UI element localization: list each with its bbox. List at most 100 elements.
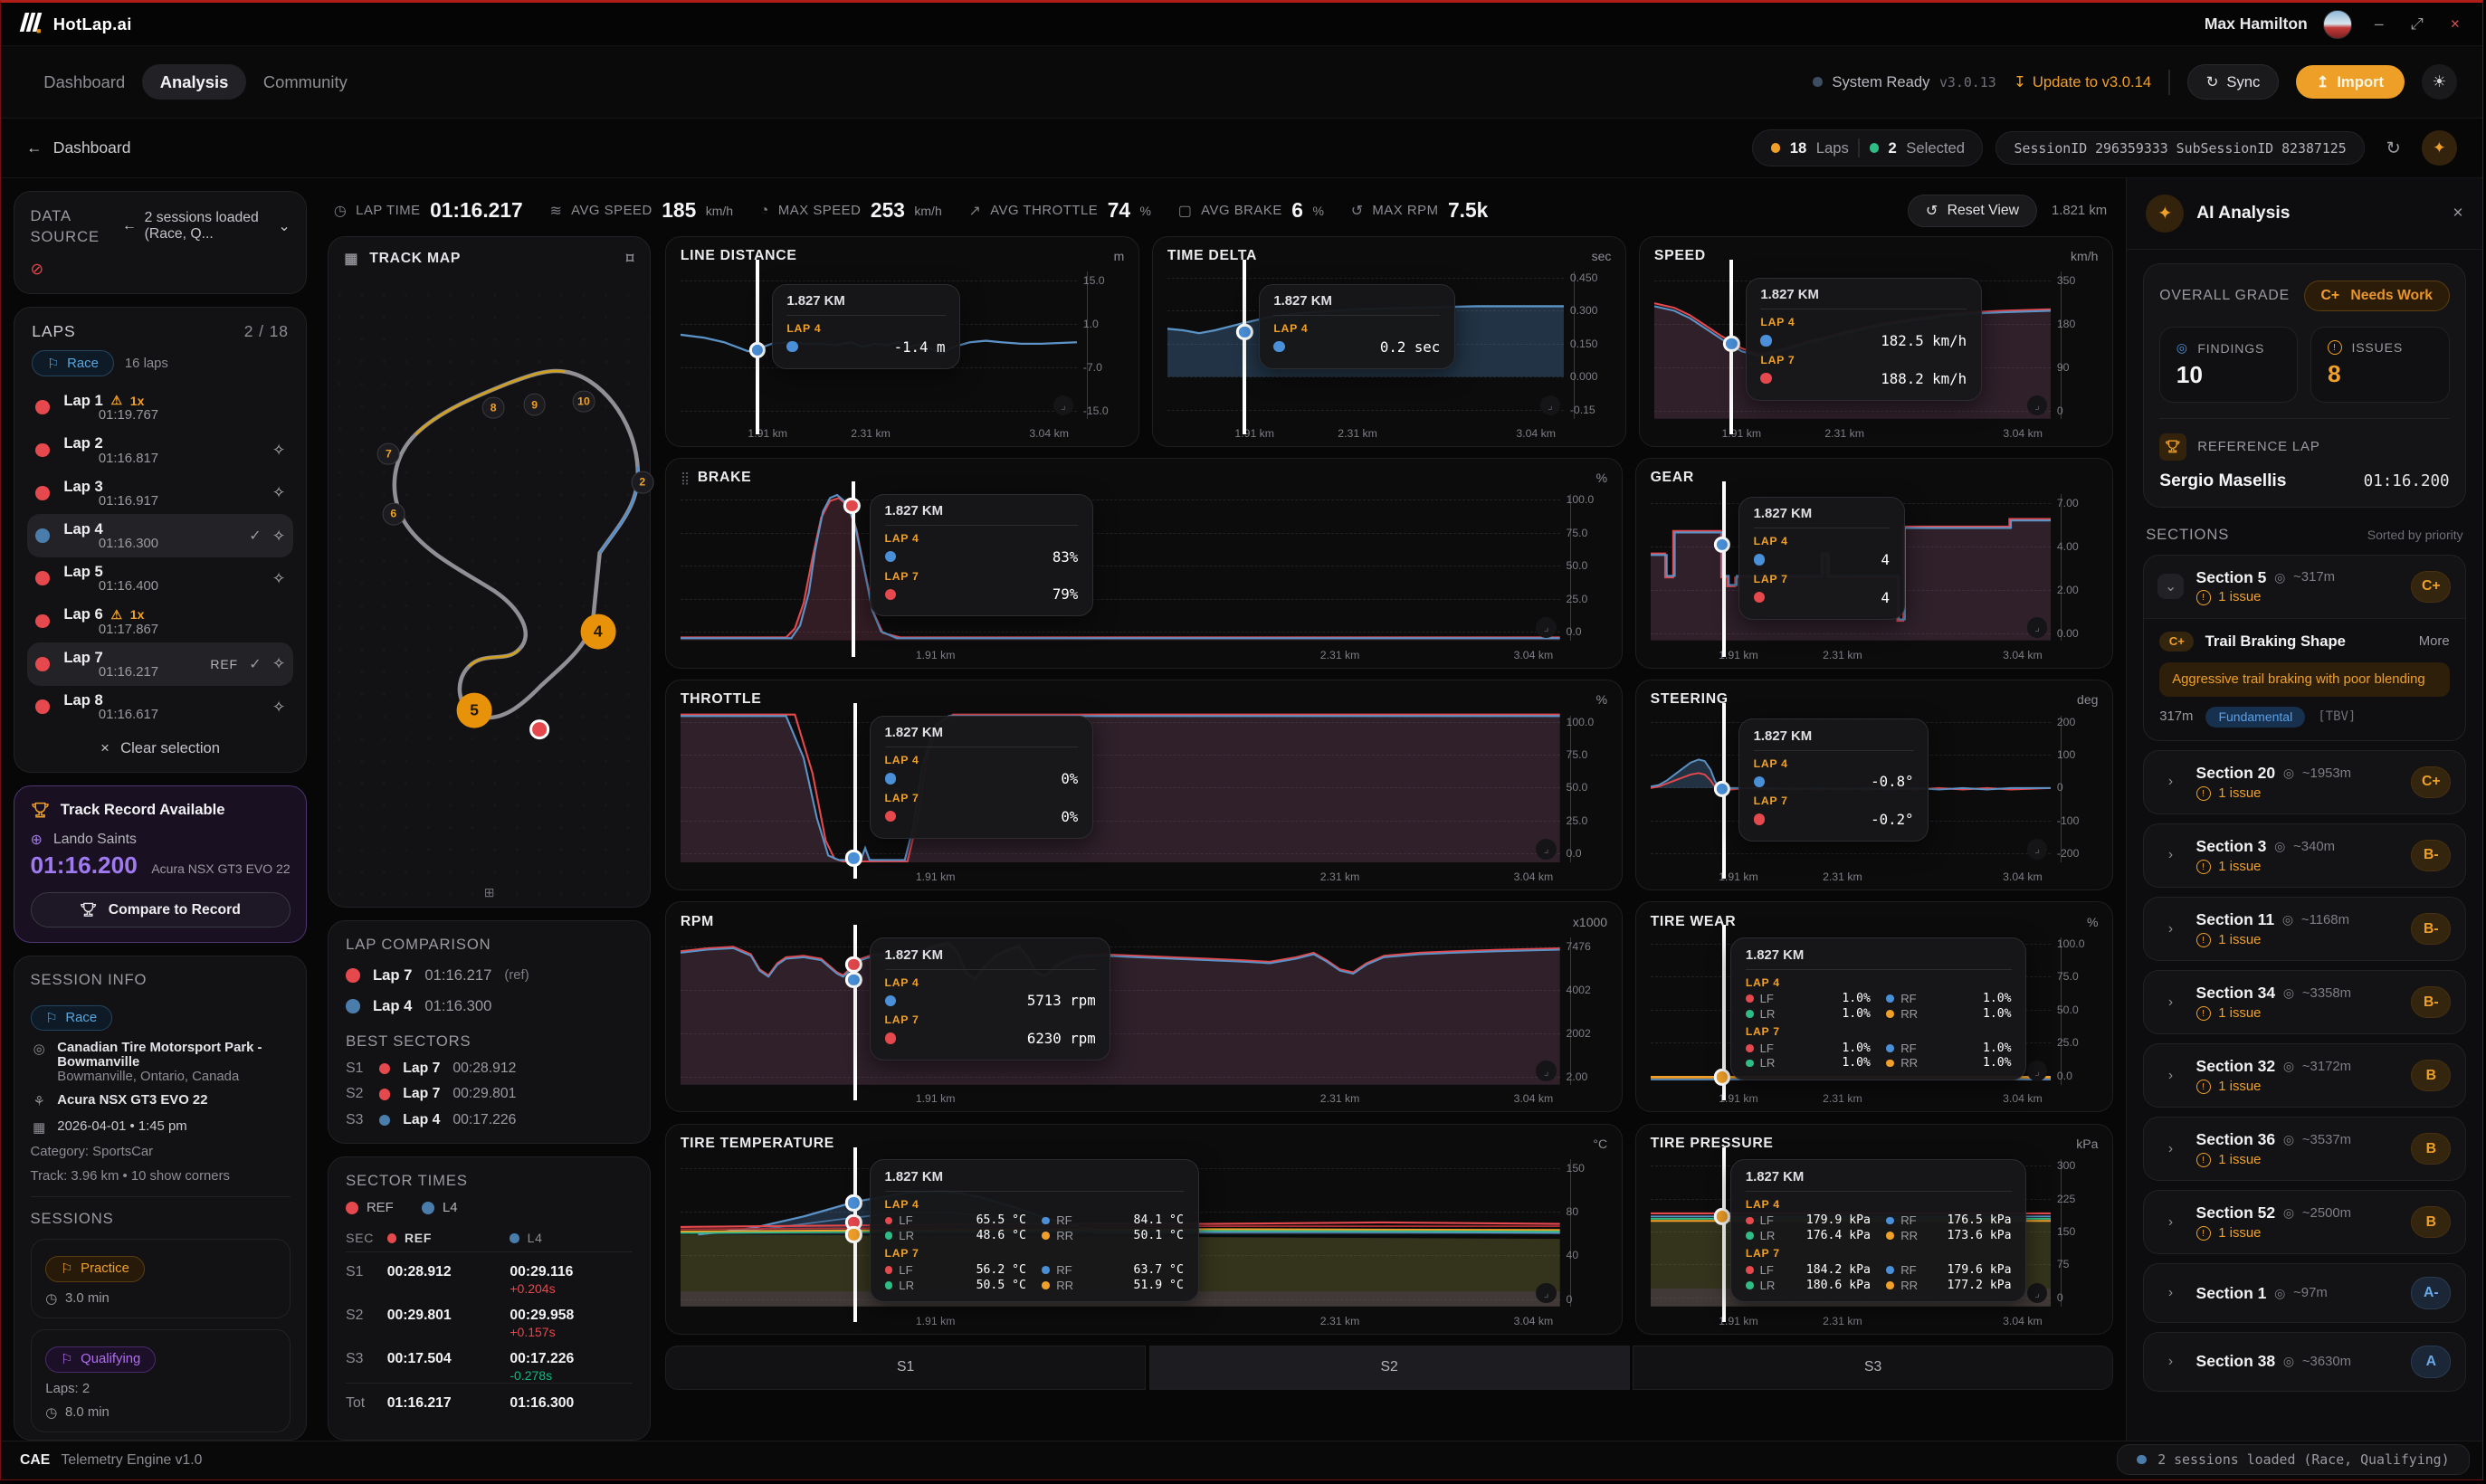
laps-selected-pill: 18Laps 2Selected	[1752, 129, 1983, 166]
theme-toggle-button[interactable]: ☀	[2422, 64, 2457, 100]
location-pin-icon: ◎	[31, 1041, 48, 1057]
resize-handle-icon[interactable]: ⌟	[1536, 617, 1557, 638]
race-filter-pill[interactable]: ⚐Race	[32, 350, 113, 376]
lap-row-2[interactable]: Lap 201:16.817 ✧	[27, 429, 293, 471]
telemetry-cursor[interactable]	[853, 925, 857, 1100]
ai-sparkle-icon[interactable]: ✧	[272, 527, 286, 546]
chevron-right-icon[interactable]: ›	[2157, 1137, 2183, 1162]
sessions-toast: 2 sessions loaded (Race, Qualifying)	[2117, 1444, 2469, 1475]
brake-icon: ▢	[1178, 202, 1192, 220]
section-card-20[interactable]: › Section 20◎~1953m !1 issue C+	[2143, 750, 2466, 814]
chevron-right-icon[interactable]: ›	[2157, 1210, 2183, 1235]
chart-tire-wear[interactable]: TIRE WEAR% 100.075.050.025.00.0 1.91 km2…	[1635, 901, 2113, 1112]
section-card-5[interactable]: ⌄ Section 5◎~317m !1 issue C+ C+ Trail B…	[2143, 555, 2466, 741]
track-map[interactable]: 8 9 10 7 6 2 4 5 ⊞	[329, 284, 650, 907]
section-card-52[interactable]: › Section 52◎~2500m !1 issue B	[2143, 1190, 2466, 1254]
section-card-32[interactable]: › Section 32◎~3172m !1 issue B	[2143, 1043, 2466, 1108]
session-qualifying[interactable]: ⚐Qualifying Laps: 2 ◷8.0 min	[31, 1329, 291, 1432]
chart-rpm[interactable]: RPMx1000 7476400220022.00 1.	[665, 901, 1623, 1112]
corner-marker-7: 7	[377, 442, 400, 465]
update-link[interactable]: ↧Update to v3.0.14	[2014, 73, 2151, 91]
section-card-11[interactable]: › Section 11◎~1168m !1 issue B-	[2143, 897, 2466, 961]
chart-brake[interactable]: ⣿BRAKE% 100.075.050.025.00.0	[665, 458, 1623, 669]
close-button[interactable]: ×	[2444, 14, 2467, 33]
chart-tooltip: 1.827 KM LAP 4 LF65.5 °C RF84.1 °C LR48.…	[870, 1159, 1199, 1302]
issue-icon: !	[2196, 590, 2211, 604]
chart-time-delta[interactable]: TIME DELTAsec 0.4500.3000.1500.000-0.15 …	[1152, 236, 1626, 447]
resize-handle-icon[interactable]: ⌟	[1536, 1283, 1557, 1304]
avatar[interactable]	[2323, 10, 2352, 39]
ai-panel-button[interactable]: ✦	[2422, 130, 2457, 166]
section-card-3[interactable]: › Section 3◎~340m !1 issue B-	[2143, 823, 2466, 888]
sector-s2-segment[interactable]: S2	[1149, 1346, 1630, 1390]
chevron-right-icon[interactable]: ›	[2157, 990, 2183, 1015]
chart-line-distance[interactable]: LINE DISTANCEm 15.01.0-7.0-15.0 1.91 km2…	[665, 236, 1139, 447]
resize-handle-icon[interactable]: ⌟	[1536, 1061, 1557, 1081]
section-card-34[interactable]: › Section 34◎~3358m !1 issue B-	[2143, 970, 2466, 1034]
sync-button[interactable]: ↻Sync	[2187, 64, 2278, 100]
section-card-1[interactable]: › Section 1◎~97m A-	[2143, 1263, 2466, 1322]
rpm-icon: ↺	[1351, 202, 1363, 220]
chevron-right-icon[interactable]: ›	[2157, 1280, 2183, 1306]
chart-tooltip: 1.827 KM LAP 4 83% LAP 7 79%	[870, 494, 1093, 617]
resize-handle-icon[interactable]: ⌟	[1536, 839, 1557, 860]
lap-row-3[interactable]: Lap 301:16.917 ✧	[27, 471, 293, 514]
chevron-right-icon[interactable]: ›	[2157, 842, 2183, 868]
import-button[interactable]: ↥Import	[2296, 65, 2405, 100]
chart-tire-pressure[interactable]: TIRE PRESSUREkPa	[1635, 1124, 2113, 1335]
nav-analysis[interactable]: Analysis	[142, 64, 245, 100]
chevron-down-icon[interactable]: ⌄	[2157, 574, 2183, 599]
session-category: Category: SportsCar	[31, 1145, 291, 1159]
chevron-right-icon[interactable]: ›	[2157, 1349, 2183, 1375]
clear-selection-button[interactable]: ×Clear selection	[27, 728, 293, 763]
section-card-38[interactable]: › Section 38◎~3630m A	[2143, 1332, 2466, 1391]
drag-handle-icon[interactable]: ⣿	[681, 471, 689, 486]
chart-gear[interactable]: GEAR 7.004.002.000.00 1.91 k	[1635, 458, 2113, 669]
lap-row-5[interactable]: Lap 501:16.400 ✧	[27, 557, 293, 600]
corner-marker-10: 10	[573, 390, 595, 413]
ai-sparkle-icon[interactable]: ✧	[272, 441, 286, 460]
nav-community[interactable]: Community	[246, 64, 365, 100]
lap-row-8[interactable]: Lap 801:16.617 ✧	[27, 686, 293, 728]
chart-speed[interactable]: SPEEDkm/h 350180900 1.91 km2	[1639, 236, 2113, 447]
lap-row-4[interactable]: Lap 401:16.300 ✓✧	[27, 514, 293, 556]
close-icon[interactable]: ×	[2453, 204, 2462, 224]
telemetry-cursor[interactable]	[1722, 481, 1726, 657]
ai-sparkle-icon[interactable]: ✧	[272, 569, 286, 588]
resize-handle-icon[interactable]: ⌟	[2027, 839, 2048, 860]
minimize-button[interactable]: –	[2368, 14, 2391, 33]
telemetry-cursor[interactable]	[1243, 260, 1246, 435]
expand-icon[interactable]: ⊞	[484, 885, 495, 900]
lap-row-7[interactable]: Lap 701:16.217 REF✓✧	[27, 642, 293, 685]
chevron-right-icon[interactable]: ›	[2157, 769, 2183, 794]
compare-to-record-button[interactable]: Compare to Record	[31, 892, 291, 928]
ai-sparkle-icon[interactable]: ✧	[272, 654, 286, 673]
camera-icon[interactable]: ⌑	[626, 250, 634, 268]
section-card-36[interactable]: › Section 36◎~3537m !1 issue B	[2143, 1117, 2466, 1181]
chevron-right-icon[interactable]: ›	[2157, 916, 2183, 941]
location-pin-icon: ◎	[2283, 1059, 2294, 1074]
chart-steering[interactable]: STEERINGdeg 2001000-100-200	[1635, 680, 2113, 890]
refresh-icon[interactable]: ↻	[2377, 132, 2409, 164]
back-to-dashboard[interactable]: ←Dashboard	[26, 138, 130, 157]
resize-handle-icon[interactable]: ⌟	[2027, 617, 2048, 638]
ai-sparkle-icon[interactable]: ✧	[272, 483, 286, 502]
lap-row-6[interactable]: Lap 6⚠1x 01:17.867	[27, 600, 293, 642]
chevron-right-icon[interactable]: ›	[2157, 1063, 2183, 1089]
grade-badge: B	[2411, 1206, 2451, 1238]
chart-throttle[interactable]: THROTTLE% 100.075.050.025.00.0	[665, 680, 1623, 890]
corner-marker-8: 8	[482, 396, 505, 419]
nav-dashboard[interactable]: Dashboard	[26, 64, 142, 100]
data-source-select[interactable]: ← 2 sessions loaded (Race, Q... ⌄	[122, 206, 290, 243]
sector-s1-segment[interactable]: S1	[665, 1346, 1146, 1390]
lap-row-1[interactable]: Lap 1⚠1x 01:19.767	[27, 385, 293, 428]
maximize-button[interactable]: ⤢	[2406, 14, 2429, 33]
more-link[interactable]: More	[2419, 634, 2450, 649]
telemetry-cursor[interactable]	[1722, 1147, 1726, 1323]
ai-sparkle-icon[interactable]: ✧	[272, 698, 286, 717]
session-practice[interactable]: ⚐Practice ◷3.0 min	[31, 1239, 291, 1318]
sector-s3-segment[interactable]: S3	[1633, 1346, 2113, 1390]
lap-color-dot	[379, 1089, 390, 1099]
reset-view-button[interactable]: ↺Reset View	[1908, 195, 2038, 227]
chart-tire-temperature[interactable]: TIRE TEMPERATURE°C	[665, 1124, 1623, 1335]
